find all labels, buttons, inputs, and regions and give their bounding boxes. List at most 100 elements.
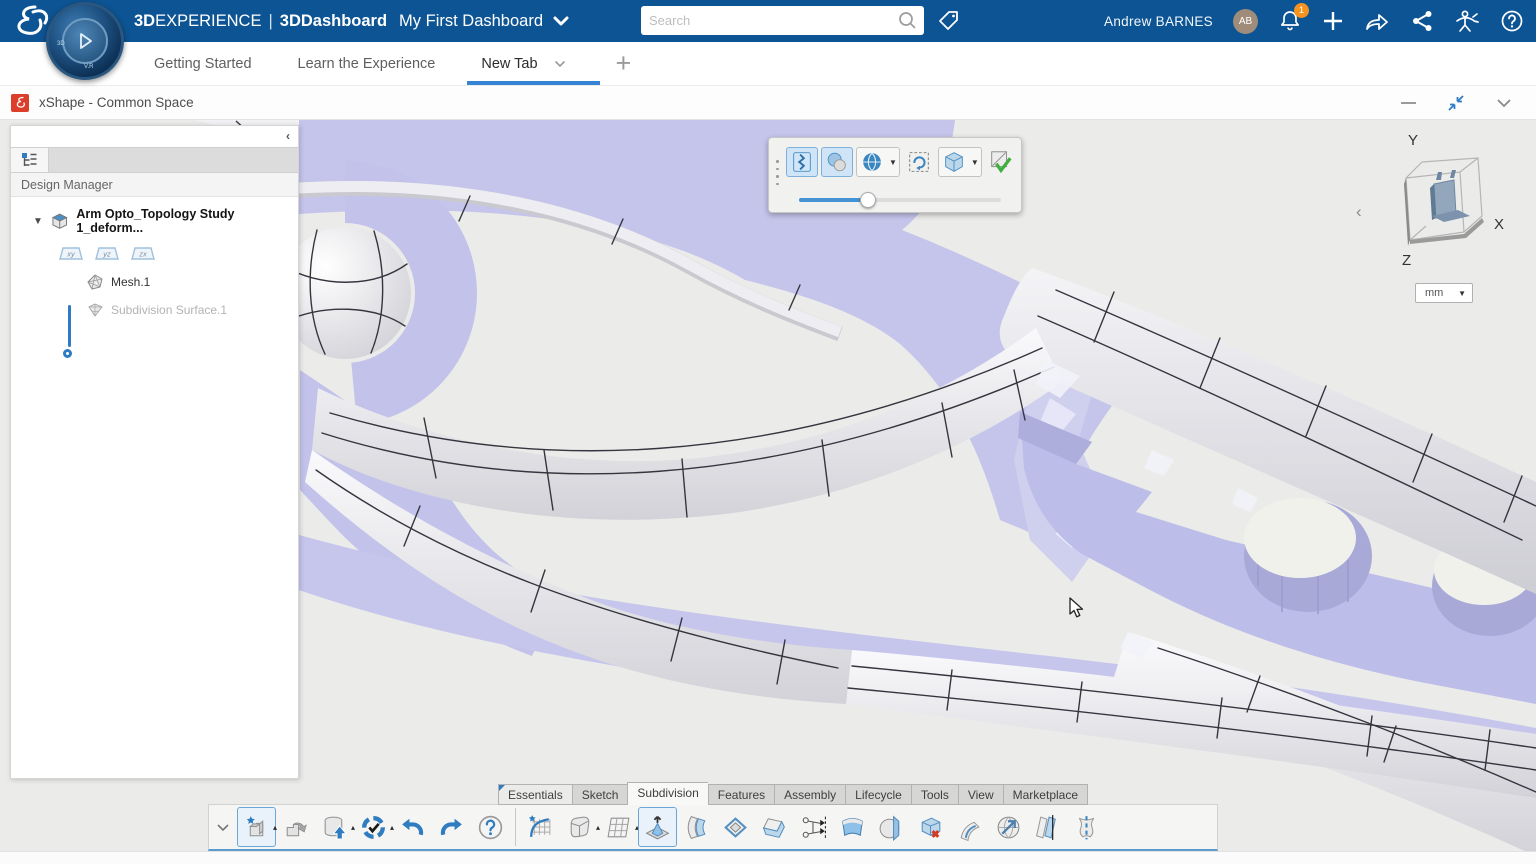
tree-node-subdivision-surface[interactable]: Subdivision Surface.1 <box>11 302 298 318</box>
open-part-button[interactable] <box>276 807 315 847</box>
workbench-tab[interactable]: Features <box>708 784 774 805</box>
plane-icon[interactable]: yz <box>95 245 119 262</box>
help-button[interactable] <box>1500 9 1524 33</box>
workbench-tab[interactable]: Assembly <box>774 784 845 805</box>
subdivision-slider[interactable] <box>799 198 1001 202</box>
collaboration-button[interactable] <box>1454 9 1480 33</box>
redo-button[interactable] <box>432 807 471 847</box>
tag-icon[interactable] <box>936 8 962 34</box>
design-tree: ▼ Arm Opto_Topology Study 1_deform... xy <box>11 197 298 318</box>
help-button[interactable] <box>471 807 510 847</box>
bend-surface-icon <box>682 813 711 842</box>
share-nodes-icon <box>1410 9 1434 33</box>
workbench-tab[interactable]: Tools <box>911 784 958 805</box>
dashboard-tab[interactable]: New Tab <box>481 42 565 85</box>
bend-surface-button[interactable] <box>677 807 716 847</box>
actionbar-groups: ▴▴▴▴▴ <box>237 807 1106 847</box>
bottom-strip <box>0 851 1536 864</box>
cube-view-button[interactable]: ▼ <box>938 147 982 177</box>
grid-plane-button[interactable]: ▴ <box>599 807 638 847</box>
curve-network-icon <box>799 813 828 842</box>
viewcube-wireframe[interactable] <box>1396 150 1496 260</box>
notifications-button[interactable]: 1 <box>1278 9 1302 33</box>
box-primitive-button[interactable]: ▴ <box>560 807 599 847</box>
save-db-button[interactable]: ▴ <box>315 807 354 847</box>
actionbar-collapse-icon[interactable] <box>213 817 233 837</box>
globe-arrow-button[interactable] <box>989 807 1028 847</box>
new-part-button[interactable]: ▴ <box>237 807 276 847</box>
workbench-tab[interactable]: Sketch <box>572 784 628 805</box>
dashboard-name[interactable]: My First Dashboard <box>399 12 543 31</box>
avatar[interactable]: AB <box>1233 9 1258 34</box>
share-button[interactable] <box>1364 9 1390 33</box>
user-cluster: Andrew BARNES AB 1 <box>1104 0 1524 42</box>
dashboard-tab[interactable]: Learn the Experience <box>298 42 436 85</box>
sketch-grid-button[interactable] <box>521 807 560 847</box>
insert-indicator-line <box>68 305 71 347</box>
expander-icon[interactable]: ▼ <box>33 216 43 227</box>
sketch-grid-icon <box>526 813 555 842</box>
sync-check-button[interactable]: ▴ <box>354 807 393 847</box>
patch-surface-button[interactable] <box>833 807 872 847</box>
extrude-face-button[interactable] <box>638 807 677 847</box>
minimize-icon[interactable] <box>1401 102 1416 104</box>
sync-check-icon <box>359 813 388 842</box>
dropdown-arrow-icon[interactable]: ▼ <box>971 158 979 167</box>
frame-offset-icon <box>721 813 750 842</box>
plane-icon[interactable]: zx <box>131 245 155 262</box>
shear-face-button[interactable] <box>755 807 794 847</box>
search-box[interactable] <box>641 6 924 35</box>
dashboard-tabs: Getting Started Learn the Experience New… <box>154 42 612 85</box>
tree-node-mesh[interactable]: Mesh.1 <box>11 274 298 290</box>
window-controls <box>1401 93 1512 113</box>
dashboard-tab[interactable]: Getting Started <box>154 42 252 85</box>
workbench-tab[interactable]: Lifecycle <box>845 784 911 805</box>
globe-sphere-button[interactable]: ▼ <box>856 147 900 177</box>
panel-collapse-icon[interactable]: ‹ <box>286 129 290 143</box>
insert-indicator-handle[interactable] <box>63 349 72 358</box>
svg-text:xy: xy <box>66 250 76 259</box>
workbench-tab[interactable]: View <box>958 784 1003 805</box>
parallel-surfaces-button[interactable] <box>1028 807 1067 847</box>
drag-handle[interactable] <box>776 160 779 185</box>
validate-check-button[interactable] <box>985 147 1017 177</box>
3dcompass-button[interactable]: 3D V.R <box>46 2 124 80</box>
sweep-curve-button[interactable] <box>950 807 989 847</box>
frame-offset-button[interactable] <box>716 807 755 847</box>
workbench-tab[interactable]: Marketplace <box>1003 784 1088 805</box>
slider-thumb[interactable] <box>860 192 876 208</box>
undo-button[interactable] <box>393 807 432 847</box>
floating-toolbar-buttons: ▼▼ <box>786 147 1017 177</box>
mesh-icon <box>87 274 104 290</box>
notification-badge: 1 <box>1294 3 1309 18</box>
symmetry-blob-button[interactable] <box>1067 807 1106 847</box>
search-icon[interactable] <box>898 11 917 30</box>
tab-design-manager[interactable] <box>11 148 49 172</box>
search-input[interactable] <box>641 13 898 28</box>
tab-chevron-icon[interactable] <box>554 60 566 68</box>
share-network-button[interactable] <box>1410 9 1434 33</box>
dropdown-arrow-icon[interactable]: ▼ <box>889 158 897 167</box>
workbench-tab[interactable]: Subdivision <box>627 782 707 805</box>
add-tab-button[interactable]: + <box>616 48 632 79</box>
sweep-curve-icon <box>955 813 984 842</box>
rotate-selection-button[interactable] <box>903 147 935 177</box>
workbench-tab[interactable]: Essentials <box>498 784 572 805</box>
3d-viewport[interactable]: ‹ Design Manager ▼ Arm Opto_Topology <box>0 120 1536 864</box>
sphere-split-button[interactable] <box>872 807 911 847</box>
curve-network-button[interactable] <box>794 807 833 847</box>
tree-root-item[interactable]: ▼ Arm Opto_Topology Study 1_deform... <box>11 207 298 235</box>
user-name[interactable]: Andrew BARNES <box>1104 14 1213 29</box>
delete-cube-icon <box>916 813 945 842</box>
chevron-down-icon[interactable] <box>553 16 569 26</box>
viewcube-chevron-icon[interactable]: ‹ <box>1356 202 1362 222</box>
plane-icon[interactable]: xy <box>59 245 83 262</box>
units-dropdown[interactable]: mm ▼ <box>1415 283 1473 303</box>
exit-fullscreen-icon[interactable] <box>1446 93 1466 113</box>
share-arrow-icon <box>1364 9 1390 33</box>
add-content-button[interactable] <box>1322 10 1344 32</box>
delete-cube-button[interactable] <box>911 807 950 847</box>
spheres-overlap-button[interactable] <box>821 147 853 177</box>
match-zipper-button[interactable] <box>786 147 818 177</box>
collapse-window-icon[interactable] <box>1496 98 1512 108</box>
